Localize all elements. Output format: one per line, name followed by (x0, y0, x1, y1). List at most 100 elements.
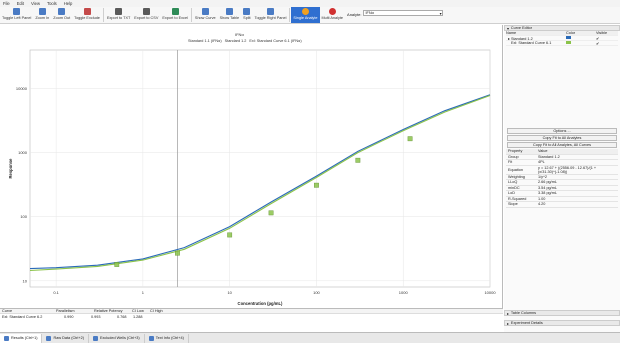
y-tick-label: 1000 (18, 150, 28, 155)
results-icon (4, 335, 9, 341)
col-color: Color (566, 31, 576, 35)
tab-text-info[interactable]: Text Info (Ctrl+4) (145, 333, 189, 343)
bottom-tabs: Results (Ctrl+1) Raw Data (Ctrl+2) Exclude… (0, 332, 620, 343)
experiment-details-header[interactable]: ▸ Experiment Details (504, 320, 620, 326)
toggle-exclude-button[interactable]: Toggle Exclude (72, 7, 102, 23)
data-point (407, 136, 413, 142)
panel-left-icon (13, 8, 21, 15)
single-analyte-button[interactable]: Single Analyte (291, 7, 320, 23)
cell-parallelism: 0.990 (64, 314, 74, 319)
toolbar: Toggle Left Panel Zoom In Zoom Out Toggle E… (0, 7, 620, 24)
col-curve: Curve (2, 309, 13, 313)
menu-bar: File Edit View Tools Help (0, 0, 620, 7)
property-key: minDC (508, 185, 520, 190)
menu-tools[interactable]: Tools (47, 1, 57, 6)
chevron-down-icon: ▾ (507, 26, 509, 31)
menu-view[interactable]: View (31, 1, 40, 6)
toggle-right-panel-button[interactable]: Toggle Right Panel (253, 7, 289, 23)
copy-fit-button[interactable]: Copy Fit to All Analytes (507, 135, 617, 141)
toolbar-label: Toggle Left Panel (2, 16, 32, 20)
split-icon (243, 8, 251, 15)
col-parallelism: Parallelism (56, 309, 75, 313)
chart-area: IFNα Standard 1.1 (IFNα) Standard 1.2 Ex… (0, 25, 503, 308)
single-analyte-icon (301, 8, 309, 15)
table-icon (225, 8, 233, 15)
x-axis-label: Concentration (pg/mL) (238, 301, 284, 306)
toolbar-label: Export to TXT (106, 16, 131, 20)
y-tick-label: 100 (20, 214, 27, 219)
property-value: 3.54 pg/mL (538, 185, 557, 190)
color-swatch[interactable] (566, 40, 571, 45)
col-ci-high: CI High (150, 309, 163, 313)
property-key: Weighting (508, 174, 525, 179)
show-curve-button[interactable]: Show Curve (193, 7, 218, 23)
data-point (114, 262, 120, 267)
excluded-wells-icon (92, 335, 98, 341)
property-row[interactable]: Slope 4.20 (506, 202, 618, 208)
tab-raw-data[interactable]: Raw Data (Ctrl+2) (42, 333, 89, 343)
data-point (268, 210, 274, 216)
property-key: Fit (508, 160, 513, 165)
panel-right-icon (266, 8, 274, 15)
copy-fit-all-curves-button[interactable]: Copy Fit to All Analytes, All Curves (507, 142, 617, 148)
toolbar-separator (102, 8, 104, 22)
color-swatch[interactable] (566, 35, 571, 40)
curve-name: ▸ Standard 1.2 (508, 36, 533, 41)
split-button[interactable]: Split (241, 7, 252, 23)
toolbar-label: Export to Excel (162, 16, 188, 20)
toolbar-label: Show Curve (194, 16, 216, 20)
export-to-csv-button[interactable]: Export to CSV (132, 7, 160, 23)
col-property: Property (508, 149, 523, 154)
multi-analyte-button[interactable]: Multi Analyte (320, 7, 346, 23)
toolbar-label: Split (243, 16, 251, 20)
toolbar-separator (190, 8, 192, 22)
data-point (175, 250, 180, 256)
menu-file[interactable]: File (3, 1, 10, 6)
col-name: Name (506, 31, 517, 35)
property-key: R-Squared (508, 196, 527, 201)
x-tick-label: 10 (227, 290, 232, 295)
property-row[interactable]: Equation y = 12.67 + ((2556.09 - 12.67)/(… (506, 166, 618, 175)
export-csv-icon (142, 8, 150, 15)
tab-results[interactable]: Results (Ctrl+1) (0, 333, 43, 343)
export-to-txt-button[interactable]: Export to TXT (105, 7, 132, 23)
x-tick-label: 10000 (484, 290, 496, 295)
data-point (314, 182, 319, 188)
analyte-label: Analyte: (347, 12, 362, 17)
zoom-in-button[interactable]: Zoom In (33, 7, 51, 23)
x-tick-label: 1000 (399, 290, 409, 295)
chevron-right-icon: ▸ (507, 311, 509, 316)
cell-curve: Exl: Standard Curve 6.2 (2, 314, 43, 319)
visible-checkbox[interactable]: ✔ (596, 41, 599, 46)
tab-label: Results (Ctrl+1) (11, 336, 38, 340)
series-line-1 (29, 94, 491, 270)
zoom-in-icon (38, 8, 46, 15)
menu-help[interactable]: Help (64, 1, 73, 6)
parallelism-table: Curve Parallelism Relative Potency CI Lo… (0, 308, 503, 332)
tab-excluded-wells[interactable]: Excluded Wells (Ctrl+3) (89, 333, 145, 343)
export-excel-icon (171, 8, 179, 15)
standard-curve-plot[interactable]: 0.1 1 10 100 1000 10000 10 100 1000 10000 Concentr… (0, 25, 503, 308)
options-button[interactable]: Options ... (507, 128, 617, 134)
table-columns-header[interactable]: ▸ Table Columns (504, 310, 620, 316)
property-key: LLoQ (508, 180, 518, 185)
curve-icon (201, 8, 209, 15)
property-key: Group (508, 154, 519, 159)
toggle-left-panel-button[interactable]: Toggle Left Panel (0, 7, 33, 23)
property-key: Equation (508, 167, 523, 172)
show-table-button[interactable]: Show Table (218, 7, 242, 23)
data-point (227, 232, 233, 238)
y-tick-label: 10 (23, 278, 28, 283)
experiment-details-label: Experiment Details (510, 321, 543, 325)
property-value: 1.00 (538, 196, 546, 201)
y-axis-label: Response (8, 158, 13, 179)
chevron-down-icon: ▾ (439, 11, 442, 16)
menu-edit[interactable]: Edit (17, 1, 24, 6)
zoom-out-button[interactable]: Zoom Out (51, 7, 72, 23)
property-value: 1/y^2 (538, 174, 547, 179)
y-tick-label: 10000 (16, 86, 28, 91)
cell-ci-high: 1.288 (133, 314, 143, 319)
analyte-select[interactable]: IFNα ▾ (363, 10, 444, 16)
table-row[interactable]: Exl: Standard Curve 6.2 0.990 0.993 0.76… (0, 314, 503, 319)
export-to-excel-button[interactable]: Export to Excel (160, 7, 190, 23)
